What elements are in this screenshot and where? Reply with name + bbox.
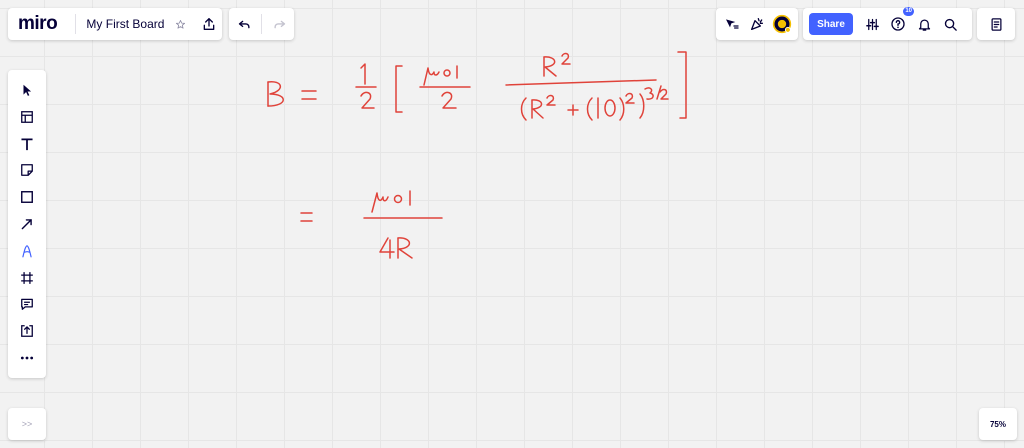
question-icon[interactable]: 10 xyxy=(885,7,914,37)
undo-icon[interactable] xyxy=(231,11,257,37)
frame-tool-icon[interactable] xyxy=(8,266,46,290)
ink-fraction-mu-over-2 xyxy=(419,65,471,109)
canvas-ink xyxy=(267,51,687,259)
history-divider xyxy=(261,14,262,34)
select-cursor-icon[interactable] xyxy=(8,78,46,102)
notes-icon[interactable] xyxy=(983,11,1009,37)
pen-tool-icon[interactable] xyxy=(8,239,46,263)
ink-fraction-r-squared xyxy=(505,52,669,121)
search-icon[interactable] xyxy=(937,11,963,37)
expand-button[interactable]: >> xyxy=(22,419,33,429)
star-outline-icon[interactable] xyxy=(172,11,188,37)
ink-fraction-mu-over-4r xyxy=(363,190,443,259)
upload-icon[interactable] xyxy=(196,11,222,37)
party-popper-icon[interactable] xyxy=(745,11,770,37)
board-name[interactable]: My First Board xyxy=(86,17,164,31)
help-count-badge: 10 xyxy=(903,7,914,16)
comment-icon[interactable] xyxy=(8,292,46,316)
ink-equals-2 xyxy=(300,212,313,222)
notes-panel xyxy=(977,8,1015,40)
ink-left-bracket xyxy=(395,65,403,113)
templates-icon[interactable] xyxy=(8,105,46,129)
pointer-arrow-icon[interactable] xyxy=(720,11,745,37)
ink-right-bracket xyxy=(677,51,687,119)
share-panel: Share 10 xyxy=(803,7,972,40)
header-divider xyxy=(75,14,77,34)
sliders-icon[interactable] xyxy=(859,11,885,37)
connection-line-icon[interactable] xyxy=(8,212,46,236)
ink-equals-1 xyxy=(301,90,317,100)
miro-logo[interactable]: miro xyxy=(18,13,75,35)
zoom-level[interactable]: 75% xyxy=(990,420,1006,429)
ink-letter-b xyxy=(267,81,284,107)
bell-icon[interactable] xyxy=(911,11,937,37)
text-tool-icon[interactable] xyxy=(8,132,46,156)
upload-tool-icon[interactable] xyxy=(8,319,46,343)
zoom-panel: 75% xyxy=(979,408,1017,440)
board-header-panel: miro My First Board xyxy=(8,8,222,40)
redo-icon[interactable] xyxy=(266,11,292,37)
avatar[interactable] xyxy=(769,11,794,37)
share-button[interactable]: Share xyxy=(809,13,853,35)
expand-panel: >> xyxy=(8,408,46,440)
sticky-note-icon[interactable] xyxy=(8,158,46,182)
more-tools-icon[interactable] xyxy=(8,346,46,370)
ink-fraction-half xyxy=(355,63,377,109)
shape-tool-icon[interactable] xyxy=(8,185,46,209)
creation-toolbar xyxy=(8,70,46,378)
collaboration-tools-panel xyxy=(716,8,798,40)
history-panel xyxy=(229,8,294,40)
